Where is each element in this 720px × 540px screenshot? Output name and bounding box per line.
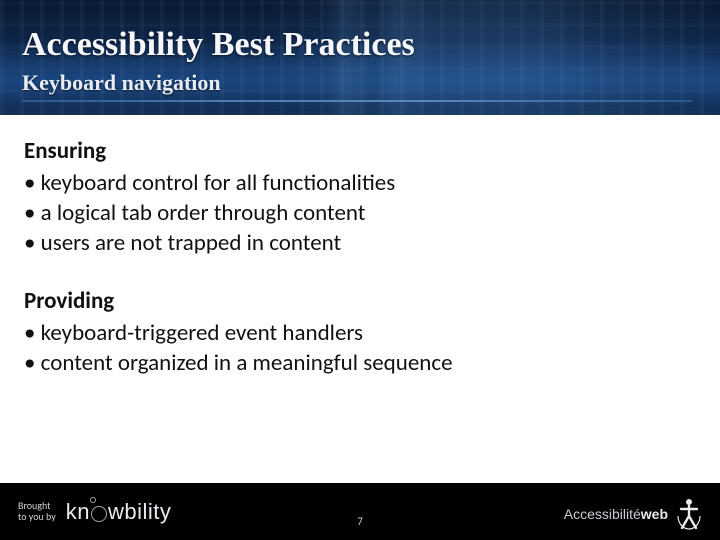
slide-header: Accessibility Best Practices Keyboard na… — [0, 0, 720, 115]
bullet-text: a logical tab order through content — [41, 199, 366, 227]
section-providing: Providing • keyboard-triggered event han… — [24, 287, 696, 379]
section-ensuring: Ensuring • keyboard control for all func… — [24, 137, 696, 259]
bullet-text: keyboard-triggered event handlers — [41, 319, 363, 347]
bullet-item: • keyboard control for all functionaliti… — [24, 169, 696, 199]
slide-title: Accessibility Best Practices — [22, 26, 415, 64]
slide: Accessibility Best Practices Keyboard na… — [0, 0, 720, 540]
bullet-text: content organized in a meaningful sequen… — [41, 349, 453, 377]
slide-body: Ensuring • keyboard control for all func… — [0, 115, 720, 483]
page-number: 7 — [357, 515, 363, 528]
logo-text: Accessibilitéweb — [564, 506, 668, 522]
accessibilite-web-logo: Accessibilitéweb — [564, 498, 702, 530]
knowbility-logo: kn wbility — [66, 499, 172, 525]
wheelchair-icon — [91, 506, 107, 522]
bullet-item: • keyboard-triggered event handlers — [24, 319, 696, 349]
logo-text-part1: Accessibilité — [564, 506, 641, 522]
brought-by-label: Brought to you by — [18, 501, 56, 522]
bullet-text: keyboard control for all functionalities — [41, 169, 396, 197]
bullet-item: • a logical tab order through content — [24, 199, 696, 229]
logo-text-prefix: kn — [66, 499, 90, 525]
section-heading: Providing — [24, 287, 696, 315]
logo-text-part2: web — [641, 506, 668, 522]
bullet-item: • users are not trapped in content — [24, 229, 696, 259]
bullet-item: • content organized in a meaningful sequ… — [24, 349, 696, 379]
logo-text-suffix: wbility — [108, 499, 171, 525]
accessibility-person-icon — [676, 498, 702, 530]
section-heading: Ensuring — [24, 137, 696, 165]
brought-line2: to you by — [18, 510, 56, 523]
slide-footer: Brought to you by kn wbility 7 Accessibi… — [0, 483, 720, 540]
bullet-text: users are not trapped in content — [41, 229, 342, 257]
slide-subtitle: Keyboard navigation — [22, 70, 221, 96]
